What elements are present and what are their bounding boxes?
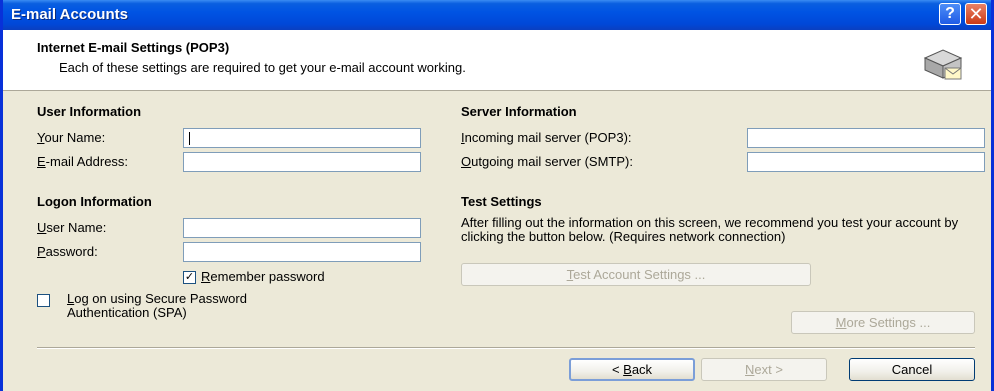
text-caret [189, 132, 190, 145]
email-address-label: E-mail Address: [37, 154, 129, 169]
close-button[interactable]: ✕ [965, 3, 987, 25]
password-label: Password: [37, 244, 98, 259]
your-name-label: Your Name: [37, 130, 106, 145]
header-subtitle: Each of these settings are required to g… [59, 60, 466, 75]
user-information-heading: User Information [37, 104, 142, 119]
dialog-body: Internet E-mail Settings (POP3) Each of … [3, 30, 991, 391]
test-account-settings-button[interactable]: Test Account Settings ... [461, 263, 811, 286]
window-title: E-mail Accounts [11, 6, 128, 23]
email-address-input[interactable] [183, 152, 421, 172]
back-button[interactable]: < Back [569, 358, 695, 381]
remember-password-checkbox[interactable]: ✓ [183, 271, 196, 284]
header-pane: Internet E-mail Settings (POP3) Each of … [3, 30, 991, 91]
your-name-input[interactable] [183, 128, 421, 148]
user-name-label: User Name: [37, 220, 107, 235]
test-settings-description: After filling out the information on thi… [461, 215, 959, 244]
next-button[interactable]: Next > [701, 358, 827, 381]
incoming-server-input[interactable] [747, 128, 985, 148]
user-name-input[interactable] [183, 218, 421, 238]
help-button[interactable]: ? [939, 3, 961, 25]
title-bar[interactable]: E-mail Accounts ? ✕ [3, 0, 991, 30]
header-title: Internet E-mail Settings (POP3) [37, 40, 230, 55]
cancel-button[interactable]: Cancel [849, 358, 975, 381]
mail-server-icon [923, 49, 963, 80]
outgoing-server-input[interactable] [747, 152, 985, 172]
spa-checkbox[interactable] [37, 294, 50, 307]
outgoing-server-label: Outgoing mail server (SMTP): [461, 154, 633, 169]
test-settings-heading: Test Settings [461, 194, 542, 209]
footer-separator [37, 347, 975, 349]
spa-label[interactable]: Log on using Secure Password Authenticat… [67, 292, 247, 320]
server-information-heading: Server Information [461, 104, 577, 119]
incoming-server-label: Incoming mail server (POP3): [461, 130, 632, 145]
more-settings-button[interactable]: More Settings ... [791, 311, 975, 334]
password-input[interactable] [183, 242, 421, 262]
email-accounts-window: E-mail Accounts ? ✕ Internet E-mail Sett… [0, 0, 994, 391]
remember-password-label[interactable]: Remember password [201, 269, 325, 284]
logon-information-heading: Logon Information [37, 194, 152, 209]
